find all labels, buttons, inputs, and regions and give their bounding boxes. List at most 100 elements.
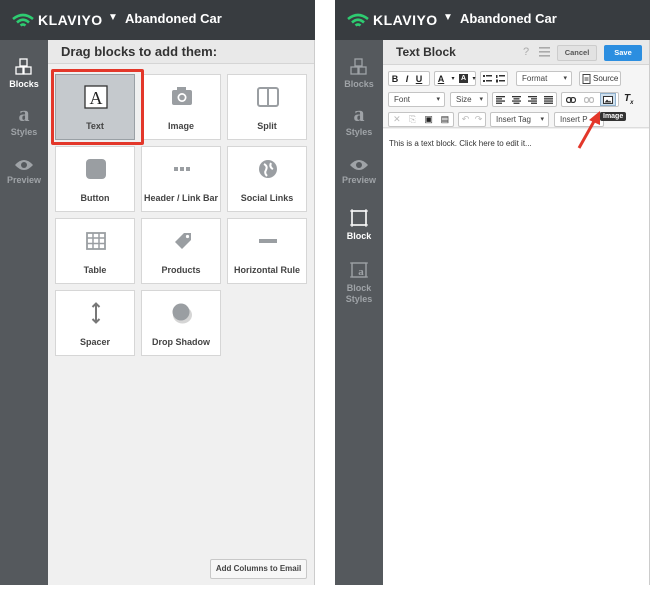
styles-icon: a	[19, 104, 30, 124]
paste-icon[interactable]: ▣	[422, 113, 435, 126]
email-title[interactable]: Abandoned Car	[460, 11, 557, 26]
right-screen: KLAVIYO ▼ Abandoned Car Blocks a Styles …	[335, 0, 650, 585]
block-label: Header / Link Bar	[143, 193, 219, 203]
blocks-icon	[350, 58, 367, 75]
chevron-down-icon[interactable]: ▾	[447, 72, 459, 85]
selection-highlight	[51, 69, 144, 145]
red-arrow-annotation	[577, 111, 600, 149]
nav-block-label: Block	[346, 231, 372, 241]
insert-tag-dropdown[interactable]: Insert Tag ▾	[490, 112, 549, 127]
format-dropdown[interactable]: Format ▾	[516, 71, 572, 86]
eye-icon	[350, 160, 368, 170]
table-icon	[86, 232, 106, 250]
nav-blocks-label: Blocks	[9, 79, 39, 89]
block-body-text[interactable]: This is a text block. Click here to edit…	[389, 139, 532, 148]
align-justify-icon[interactable]	[542, 93, 555, 106]
block-table[interactable]: Table	[55, 218, 135, 284]
nav-styles-label: Styles	[10, 127, 38, 137]
svg-text:a: a	[19, 104, 30, 124]
text-edit-area[interactable]: This is a text block. Click here to edit…	[383, 129, 649, 585]
align-right-icon[interactable]	[526, 93, 539, 106]
source-button[interactable]: Source	[579, 71, 621, 86]
nav-blocks-label: Blocks	[344, 79, 374, 89]
block-split[interactable]: Split	[227, 74, 307, 140]
brand-name: KLAVIYO	[373, 12, 438, 28]
block-header-link-bar[interactable]: Header / Link Bar	[141, 146, 221, 212]
nav-styles-label: Styles	[345, 127, 373, 137]
history-group: ↶ ↷	[458, 112, 486, 127]
wifi-logo-icon	[12, 13, 34, 27]
size-dropdown[interactable]: Size ▾	[450, 92, 488, 107]
block-image[interactable]: Image	[141, 74, 221, 140]
block-label: Spacer	[79, 337, 111, 347]
format-label: Format	[522, 74, 548, 83]
email-title[interactable]: Abandoned Car	[125, 11, 222, 26]
source-label: Source	[593, 74, 619, 83]
nav-styles[interactable]: a Styles	[0, 104, 48, 138]
unlink-icon[interactable]	[582, 93, 596, 106]
align-left-icon[interactable]	[494, 93, 507, 106]
bg-color-button[interactable]: A	[459, 74, 468, 83]
rich-text-toolbar: B I U A ▾ A ▾ Format ▾ Source Font ▾ Siz…	[383, 65, 649, 128]
nav-styles[interactable]: a Styles	[335, 104, 383, 138]
spacer-icon	[91, 302, 101, 324]
copy-icon[interactable]: ⎘	[407, 113, 419, 126]
add-columns-button[interactable]: Add Columns to Email	[210, 559, 307, 579]
nav-preview[interactable]: Preview	[335, 158, 383, 186]
chevron-down-icon[interactable]: ▼	[108, 12, 118, 23]
chevron-down-icon: ▾	[436, 96, 440, 103]
cancel-button[interactable]: Cancel	[557, 45, 597, 61]
top-bar: KLAVIYO ▼ Abandoned Car	[335, 0, 650, 40]
cut-icon[interactable]: ✕	[391, 113, 403, 126]
block-products[interactable]: Products	[141, 218, 221, 284]
align-group	[492, 92, 557, 107]
chevron-down-icon[interactable]: ▾	[468, 72, 480, 85]
save-button[interactable]: Save	[604, 45, 642, 61]
nav-blocks[interactable]: Blocks	[0, 58, 48, 90]
help-icon[interactable]: ?	[523, 46, 529, 58]
nav-block-styles[interactable]: a Block Styles	[335, 260, 383, 305]
menu-icon[interactable]	[539, 47, 550, 57]
image-icon[interactable]	[600, 93, 616, 106]
block-spacer[interactable]: Spacer	[55, 290, 135, 356]
nav-preview-label: Preview	[341, 175, 377, 185]
camera-icon	[172, 87, 192, 105]
clear-format-icon[interactable]: Tx	[624, 93, 633, 106]
wifi-logo-icon	[347, 13, 369, 27]
klaviyo-logo[interactable]: KLAVIYO	[347, 10, 438, 30]
block-button[interactable]: Button	[55, 146, 135, 212]
italic-button[interactable]: I	[401, 72, 413, 85]
top-bar: KLAVIYO ▼ Abandoned Car	[0, 0, 315, 40]
bold-button[interactable]: B	[389, 72, 401, 85]
editor-title: Text Block	[396, 45, 456, 59]
paste-text-icon[interactable]: ▤	[439, 113, 452, 126]
brand-name: KLAVIYO	[38, 12, 103, 28]
redo-icon[interactable]: ↷	[473, 113, 485, 126]
klaviyo-logo[interactable]: KLAVIYO	[12, 10, 103, 30]
block-label: Button	[80, 193, 110, 203]
eye-icon	[15, 160, 33, 170]
block-label: Social Links	[240, 193, 294, 203]
color-group: A ▾ A ▾	[434, 71, 476, 86]
text-color-button[interactable]: A	[435, 72, 447, 85]
nav-block[interactable]: Block	[335, 208, 383, 242]
chevron-down-icon[interactable]: ▼	[443, 12, 453, 23]
link-icon[interactable]	[564, 93, 578, 106]
split-icon	[257, 87, 279, 107]
align-center-icon[interactable]	[510, 93, 523, 106]
block-label: Drop Shadow	[152, 337, 210, 347]
undo-icon[interactable]: ↶	[460, 113, 472, 126]
nav-block-styles-label: Block Styles	[345, 283, 373, 304]
svg-text:a: a	[354, 104, 365, 124]
numbered-list-icon[interactable]	[494, 72, 507, 85]
nav-blocks[interactable]: Blocks	[335, 58, 383, 90]
underline-button[interactable]: U	[413, 72, 425, 85]
font-dropdown[interactable]: Font ▾	[388, 92, 445, 107]
block-drop-shadow[interactable]: Drop Shadow	[141, 290, 221, 356]
shadow-icon	[172, 303, 192, 324]
block-horizontal-rule[interactable]: Horizontal Rule	[227, 218, 307, 284]
block-social-links[interactable]: Social Links	[227, 146, 307, 212]
bullet-list-icon[interactable]	[481, 72, 494, 85]
svg-text:a: a	[358, 266, 364, 278]
nav-preview[interactable]: Preview	[0, 158, 48, 186]
